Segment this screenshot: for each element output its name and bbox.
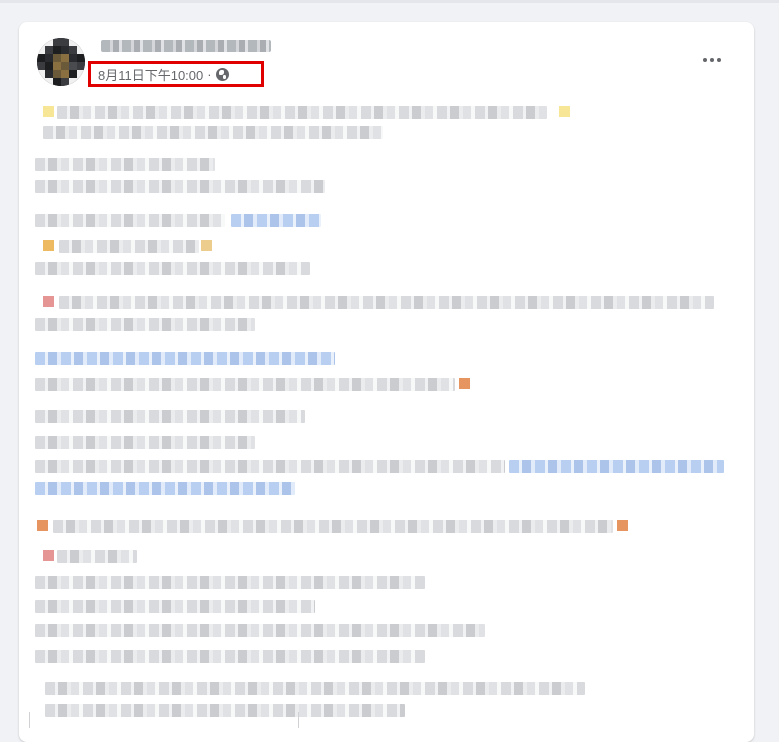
blurred-text-line [35, 410, 305, 423]
emoji-icon [559, 106, 570, 117]
emoji-icon [43, 296, 54, 307]
divider [29, 712, 30, 728]
blurred-text-line [35, 214, 225, 227]
blurred-text-line [35, 318, 255, 331]
blurred-text-line [35, 262, 310, 275]
blurred-text-line [35, 460, 505, 473]
blurred-text-line [35, 158, 215, 171]
blurred-text-line [57, 550, 137, 563]
blurred-link[interactable] [231, 214, 321, 227]
emoji-icon [459, 378, 470, 389]
blurred-text-line [35, 436, 255, 449]
emoji-icon [37, 520, 48, 531]
blurred-text-line [35, 180, 325, 193]
blurred-link[interactable] [509, 460, 724, 473]
blurred-text-line [59, 296, 714, 309]
blurred-text-line [35, 576, 425, 589]
top-divider [0, 0, 779, 3]
emoji-icon [201, 240, 212, 251]
blurred-text-line [45, 682, 585, 695]
blurred-text-line [59, 240, 199, 253]
post-card: 8月11日下午10:00 · [19, 22, 754, 742]
blurred-text-line [57, 106, 547, 119]
blurred-text-line [35, 650, 425, 663]
blurred-text-line [35, 378, 455, 391]
post-body-blurred [19, 22, 754, 728]
blurred-text-line [53, 520, 613, 533]
emoji-icon [43, 550, 54, 561]
emoji-icon [617, 520, 628, 531]
emoji-icon [43, 106, 54, 117]
blurred-text-line [35, 600, 315, 613]
divider [298, 712, 299, 728]
blurred-text-line [35, 624, 485, 637]
emoji-icon [43, 240, 54, 251]
blurred-link[interactable] [35, 482, 295, 495]
blurred-text-line [45, 704, 405, 717]
blurred-text-line [43, 126, 383, 139]
blurred-link[interactable] [35, 352, 335, 365]
